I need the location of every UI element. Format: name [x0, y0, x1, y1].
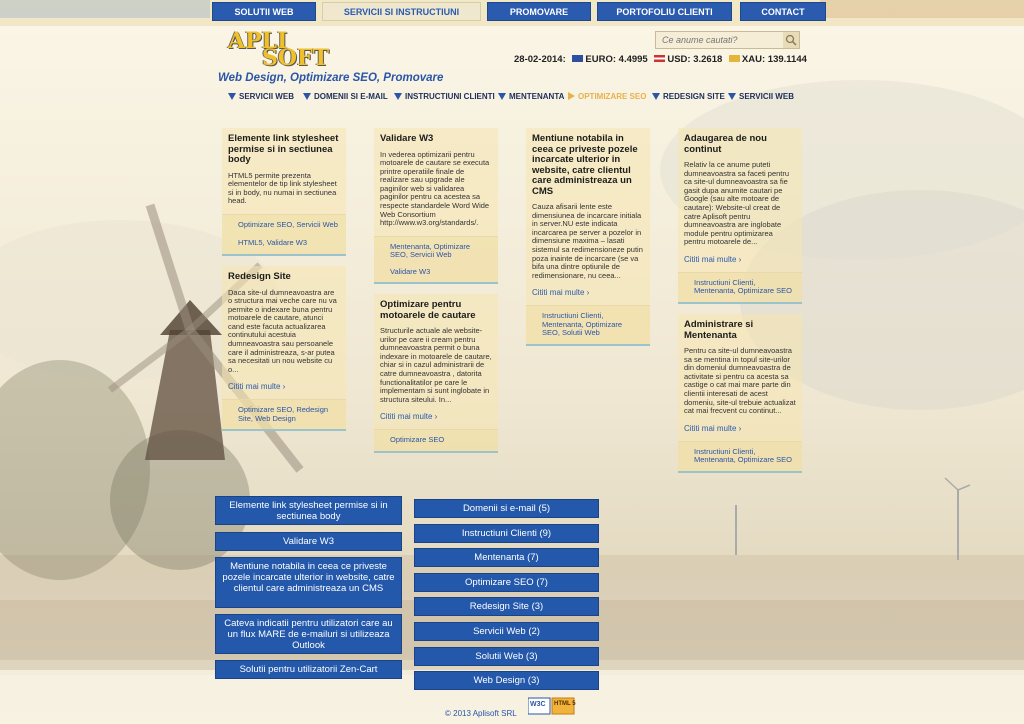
triangle-down-icon [728, 93, 736, 100]
sub-nav-instructiuni-clienti[interactable]: INSTRUCTIUNI CLIENTI [394, 92, 495, 101]
post-categories[interactable]: Instructiuni Clienti, Mentenanta, Optimi… [542, 312, 642, 338]
top-nav-solutii-web[interactable]: SOLUTII WEB [212, 2, 316, 21]
post-categories[interactable]: Optimizare SEO, Redesign Site, Web Desig… [238, 406, 338, 423]
triangle-down-icon [652, 93, 660, 100]
top-nav-portofoliu-clienti[interactable]: PORTOFOLIU CLIENTI [597, 2, 732, 21]
footer-copyright: © 2013 Aplisoft SRL [445, 709, 517, 718]
gold-bar-icon [728, 55, 740, 63]
post-card: Optimizare pentru motoarele de cautare S… [374, 294, 498, 453]
post-title[interactable]: Administrare si Mentenanta [684, 319, 796, 341]
triangle-down-icon [228, 93, 236, 100]
logo-tagline: Web Design, Optimizare SEO, Promovare [218, 72, 444, 84]
post-tags: Instructiuni Clienti, Mentenanta, Optimi… [678, 271, 802, 302]
post-categories[interactable]: Optimizare SEO, Servicii Web [238, 220, 338, 230]
category-link[interactable]: Servicii Web (2) [414, 622, 599, 641]
top-nav-servicii-instructiuni[interactable]: SERVICII SI INSTRUCTIUNI [322, 2, 481, 21]
read-more-link[interactable]: Cititi mai multe › [684, 424, 796, 433]
post-excerpt: HTML5 permite prezenta elementelor de ti… [228, 170, 337, 206]
recent-post-link[interactable]: Solutii pentru utilizatorii Zen-Cart [215, 660, 402, 679]
post-tags: Optimizare SEO, Servicii Web HTML5, Vali… [222, 213, 346, 254]
category-link[interactable]: Instructiuni Clienti (9) [414, 524, 599, 543]
top-nav-contact[interactable]: CONTACT [740, 2, 826, 21]
read-more-link[interactable]: Cititi mai multe › [684, 255, 796, 264]
recent-post-link[interactable]: Elemente link stylesheet permise si in s… [215, 496, 402, 525]
post-title[interactable]: Elemente link stylesheet permise si in s… [228, 133, 340, 166]
post-card: Elemente link stylesheet permise si in s… [222, 128, 346, 256]
post-categories[interactable]: Instructiuni Clienti, Mentenanta, Optimi… [694, 447, 794, 465]
site-logo[interactable]: APLI SOFT Web Design, Optimizare SEO, Pr… [218, 28, 443, 86]
post-tag-list[interactable]: Validare W3 [390, 267, 490, 277]
triangle-down-icon [498, 93, 506, 100]
post-card: Adaugarea de nou continut Relativ la ce … [678, 128, 802, 304]
category-link[interactable]: Optimizare SEO (7) [414, 573, 599, 592]
post-title[interactable]: Mentiune notabila in ceea ce priveste po… [532, 133, 644, 197]
post-card: Validare W3 In vederea optimizarii pentr… [374, 128, 498, 285]
post-excerpt: Pentru ca site-ul dumneavoastra sa se me… [684, 346, 796, 416]
post-card: Administrare si Mentenanta Pentru ca sit… [678, 314, 802, 473]
triangle-down-icon [303, 93, 311, 100]
sub-nav-mentenanta[interactable]: MENTENANTA [498, 92, 564, 101]
category-link[interactable]: Redesign Site (3) [414, 597, 599, 616]
w3c-html5-badge[interactable]: W3C HTML 5 [527, 697, 576, 715]
post-tags: Instructiuni Clienti, Mentenanta, Optimi… [526, 305, 650, 344]
rates-date: 28-02-2014: [514, 54, 566, 65]
recent-post-link[interactable]: Validare W3 [215, 532, 402, 551]
search-icon [785, 34, 797, 46]
post-excerpt: Cauza afisarii lente este dimensiunea de… [532, 202, 643, 280]
top-nav-promovare[interactable]: PROMOVARE [487, 2, 591, 21]
post-card: Redesign Site Daca site-ul dumneavoastra… [222, 266, 346, 432]
read-more-link[interactable]: Cititi mai multe › [532, 288, 644, 297]
category-link[interactable]: Mentenanta (7) [414, 548, 599, 567]
sub-nav-optimizare-seo[interactable]: OPTIMIZARE SEO [568, 92, 646, 101]
sub-nav-servicii-web-2[interactable]: SERVICII WEB [728, 92, 794, 101]
read-more-link[interactable]: Cititi mai multe › [380, 412, 492, 421]
post-tags: Mentenanta, Optimizare SEO, Servicii Web… [374, 235, 498, 283]
post-excerpt: Structurile actuale ale website-urilor p… [380, 326, 492, 404]
post-title[interactable]: Optimizare pentru motoarele de cautare [380, 299, 492, 321]
post-excerpt: Relativ la ce anume puteti dumneavoastra… [684, 160, 790, 247]
exchange-rates: 28-02-2014: EURO: 4.4995 USD: 3.2618 XAU… [514, 54, 807, 65]
rate-usd: USD: 3.2618 [667, 54, 723, 65]
sub-nav-domenii-email[interactable]: DOMENII SI E-MAIL [303, 92, 388, 101]
post-excerpt: Daca site-ul dumneavoastra are o structu… [228, 287, 337, 374]
post-title[interactable]: Redesign Site [228, 271, 340, 283]
post-tags: Optimizare SEO [374, 429, 498, 451]
post-excerpt: In vederea optimizarii pentru motoarele … [380, 149, 490, 228]
post-categories[interactable]: Mentenanta, Optimizare SEO, Servicii Web [390, 242, 490, 260]
post-tags: Instructiuni Clienti, Mentenanta, Optimi… [678, 440, 802, 471]
category-link[interactable]: Web Design (3) [414, 671, 599, 690]
read-more-link[interactable]: Cititi mai multe › [228, 382, 340, 391]
search-button[interactable] [783, 32, 799, 48]
post-tags: Optimizare SEO, Redesign Site, Web Desig… [222, 399, 346, 430]
rate-xau: XAU: 139.1144 [741, 54, 807, 65]
post-title[interactable]: Validare W3 [380, 133, 492, 145]
post-categories[interactable]: Instructiuni Clienti, Mentenanta, Optimi… [694, 278, 794, 296]
rate-euro: EURO: 4.4995 [585, 54, 648, 65]
us-flag-icon [654, 55, 666, 63]
post-categories[interactable]: Optimizare SEO [390, 436, 490, 445]
sub-nav-redesign-site[interactable]: REDESIGN SITE [652, 92, 725, 101]
recent-post-link[interactable]: Cateva indicatii pentru utilizatori care… [215, 614, 402, 654]
search-input[interactable] [655, 31, 800, 49]
badge-html-label: HTML 5 [554, 701, 576, 707]
post-title[interactable]: Adaugarea de nou continut [684, 133, 796, 155]
badge-w3c-label: W3C [530, 701, 546, 708]
top-navigation: SOLUTII WEB SERVICII SI INSTRUCTIUNI PRO… [0, 0, 1024, 24]
recent-post-link[interactable]: Mentiune notabila in ceea ce priveste po… [215, 557, 402, 608]
triangle-down-icon [394, 93, 402, 100]
eu-flag-icon [572, 55, 584, 63]
category-link[interactable]: Domenii si e-mail (5) [414, 499, 599, 518]
post-card: Mentiune notabila in ceea ce priveste po… [526, 128, 650, 346]
category-link[interactable]: Solutii Web (3) [414, 647, 599, 666]
sub-nav-servicii-web[interactable]: SERVICII WEB [228, 92, 294, 101]
logo-word-soft: SOFT [262, 45, 330, 71]
triangle-right-icon [568, 92, 575, 100]
post-tag-list[interactable]: HTML5, Validare W3 [238, 239, 338, 248]
